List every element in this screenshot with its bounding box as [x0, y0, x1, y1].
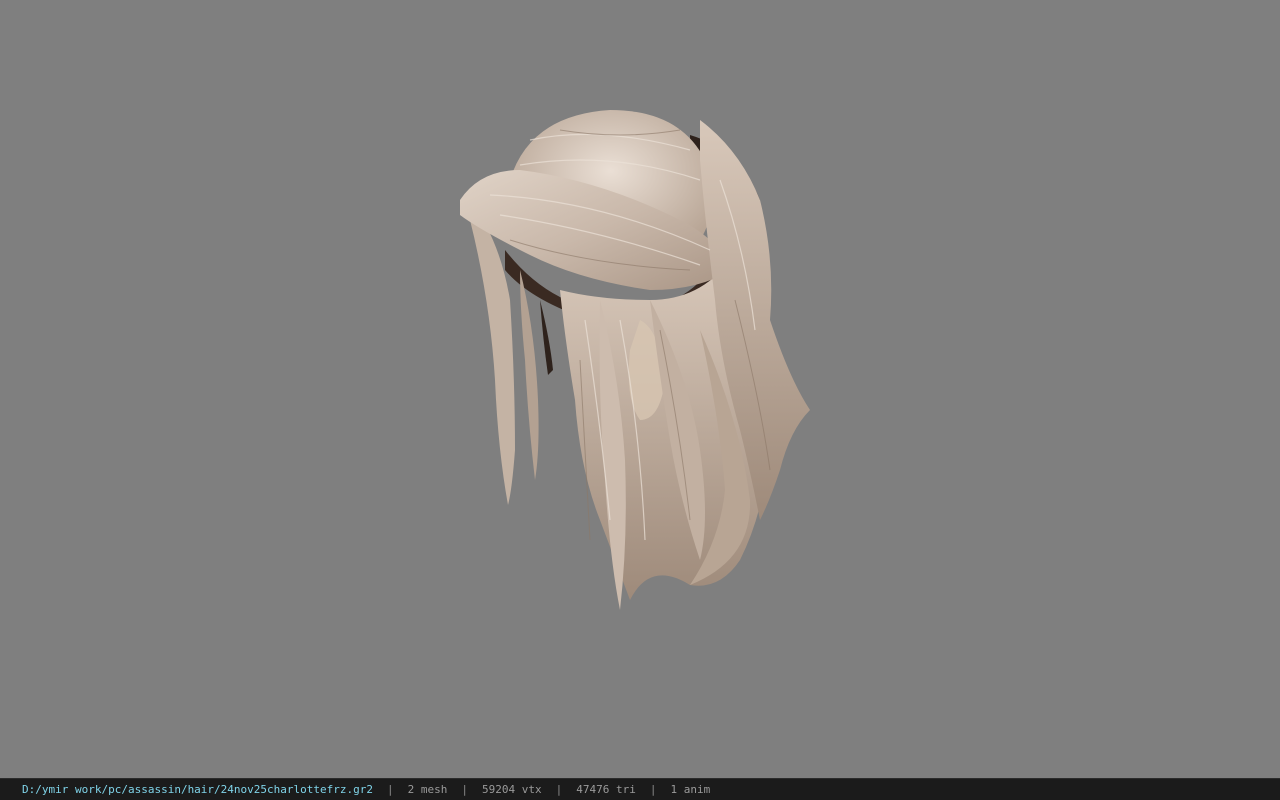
separator: | — [461, 783, 468, 796]
file-path: D:/ymir work/pc/assassin/hair/24nov25cha… — [22, 783, 373, 796]
separator: | — [649, 783, 657, 796]
3d-viewport[interactable] — [0, 0, 1280, 778]
anim-count: 1 anim — [670, 783, 711, 796]
separator: | — [387, 783, 394, 796]
vertex-count: 59204 vtx — [482, 783, 542, 796]
hair-model — [460, 110, 810, 610]
status-bar: D:/ymir work/pc/assassin/hair/24nov25cha… — [0, 778, 1280, 800]
triangle-count: 47476 tri — [576, 783, 636, 796]
separator: | — [555, 783, 563, 796]
hair-left-strands — [470, 200, 515, 505]
mesh-count: 2 mesh — [407, 783, 448, 796]
